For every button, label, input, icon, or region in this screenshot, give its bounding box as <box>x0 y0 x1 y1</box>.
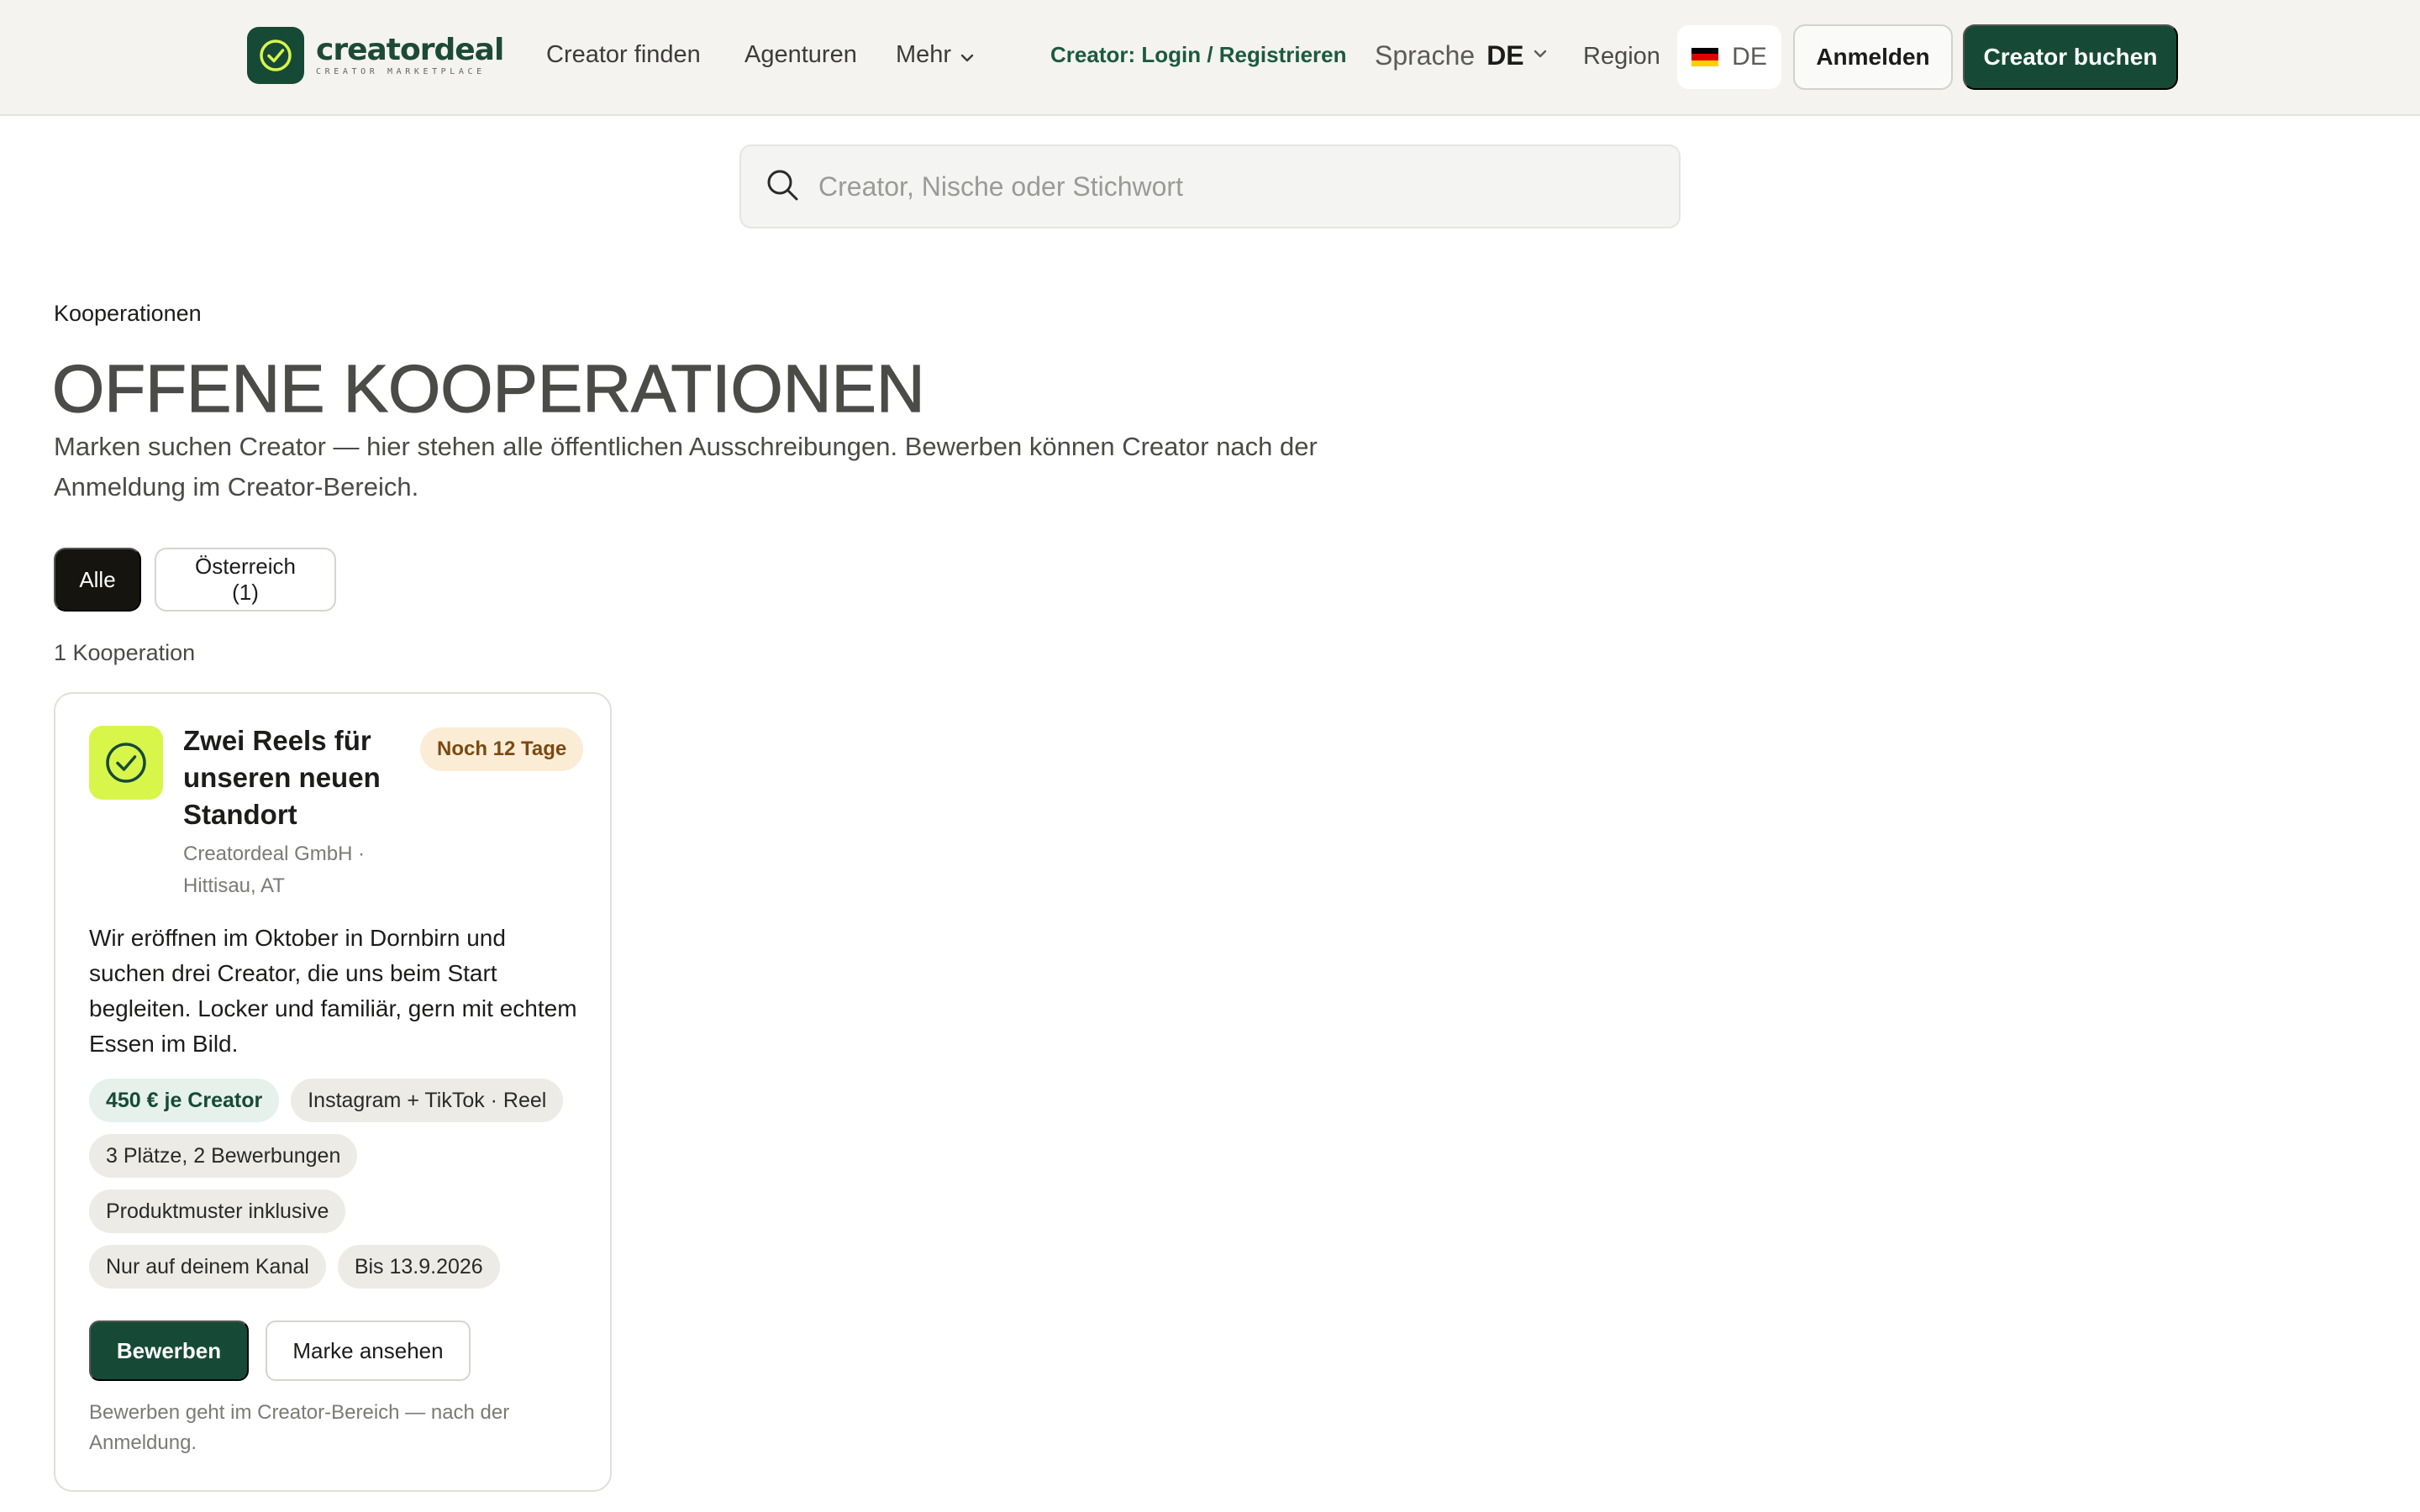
creator-login-register-link[interactable]: Creator: Login / Registrieren <box>1050 42 1347 67</box>
language-label: Sprache <box>1375 40 1476 71</box>
company-name: Creatordeal GmbH · <box>183 843 366 865</box>
search-input[interactable] <box>818 171 1625 202</box>
chevron-down-icon <box>960 41 975 70</box>
tag-row: 450 € je Creator Instagram + TikTok · Re… <box>89 1079 575 1122</box>
tag-samples: Produktmuster inklusive <box>89 1189 346 1233</box>
logo-tagline: CREATOR MARKETPLACE <box>316 66 486 76</box>
cooperation-title[interactable]: Zwei Reels für unseren neuen Standort <box>183 722 410 833</box>
region-label: Region <box>1583 43 1660 70</box>
filter-chips: Alle Österreich (1) <box>54 548 350 612</box>
search-bar[interactable] <box>739 144 1681 228</box>
tag-row: Produktmuster inklusive <box>89 1189 357 1233</box>
tag-row: Nur auf deinem Kanal Bis 13.9.2026 <box>89 1245 512 1289</box>
page-description: Marken suchen Creator — hier stehen alle… <box>54 432 1318 501</box>
tag-format: Instagram + TikTok · Reel <box>291 1079 564 1122</box>
page-title: OFFENE KOOPERATIONEN <box>51 350 925 426</box>
bewerben-button[interactable]: Bewerben <box>89 1320 249 1381</box>
top-navigation-bar: creatordeal CREATOR MARKETPLACE Creator … <box>0 0 2420 116</box>
tag-channel: Nur auf deinem Kanal <box>89 1245 326 1289</box>
chevron-down-icon <box>1533 48 1548 63</box>
tag-price: 450 € je Creator <box>89 1079 280 1122</box>
deadline-badge: Noch 12 Tage <box>420 727 584 771</box>
tag-deadline-date: Bis 13.9.2026 <box>337 1245 500 1289</box>
search-icon <box>765 167 800 207</box>
nav-mehr-label: Mehr <box>896 41 952 68</box>
tag-row: 3 Plätze, 2 Bewerbungen <box>89 1134 369 1178</box>
logo-wordmark: creatordeal <box>316 32 504 67</box>
company-location: Hittisau, AT <box>183 874 285 897</box>
region-select[interactable]: DE <box>1677 25 1781 89</box>
cooperation-card: Zwei Reels für unseren neuen Standort No… <box>54 692 612 1492</box>
cooperation-meta: Creatordeal GmbH · Hittisau, AT <box>183 838 410 902</box>
filter-chip-oesterreich[interactable]: Österreich (1) <box>155 548 336 612</box>
nav-agenturen[interactable]: Agenturen <box>744 40 857 69</box>
region-value: DE <box>1732 43 1767 71</box>
brand-logo-check-icon <box>89 726 163 800</box>
breadcrumb: Kooperationen <box>54 301 202 326</box>
germany-flag-icon <box>1691 48 1719 66</box>
anmelden-button[interactable]: Anmelden <box>1793 24 1953 90</box>
creatordeal-logo[interactable]: creatordeal CREATOR MARKETPLACE <box>247 27 504 84</box>
language-value: DE <box>1486 40 1524 71</box>
nav-creator-finden[interactable]: Creator finden <box>546 40 701 69</box>
creator-buchen-button[interactable]: Creator buchen <box>1963 24 2178 90</box>
filter-chip-alle[interactable]: Alle <box>54 548 141 612</box>
tag-slots: 3 Plätze, 2 Bewerbungen <box>89 1134 358 1178</box>
nav-mehr-dropdown[interactable]: Mehr <box>896 40 975 70</box>
result-count: 1 Kooperation <box>54 640 196 665</box>
marke-ansehen-button[interactable]: Marke ansehen <box>266 1320 471 1381</box>
apply-note: Bewerben geht im Creator-Bereich — nach … <box>89 1401 510 1454</box>
language-select[interactable]: Sprache DE <box>1375 40 1548 71</box>
check-circle-logo-icon <box>247 27 304 84</box>
cooperation-description: Wir eröffnen im Oktober in Dornbirn und … <box>89 925 577 1057</box>
